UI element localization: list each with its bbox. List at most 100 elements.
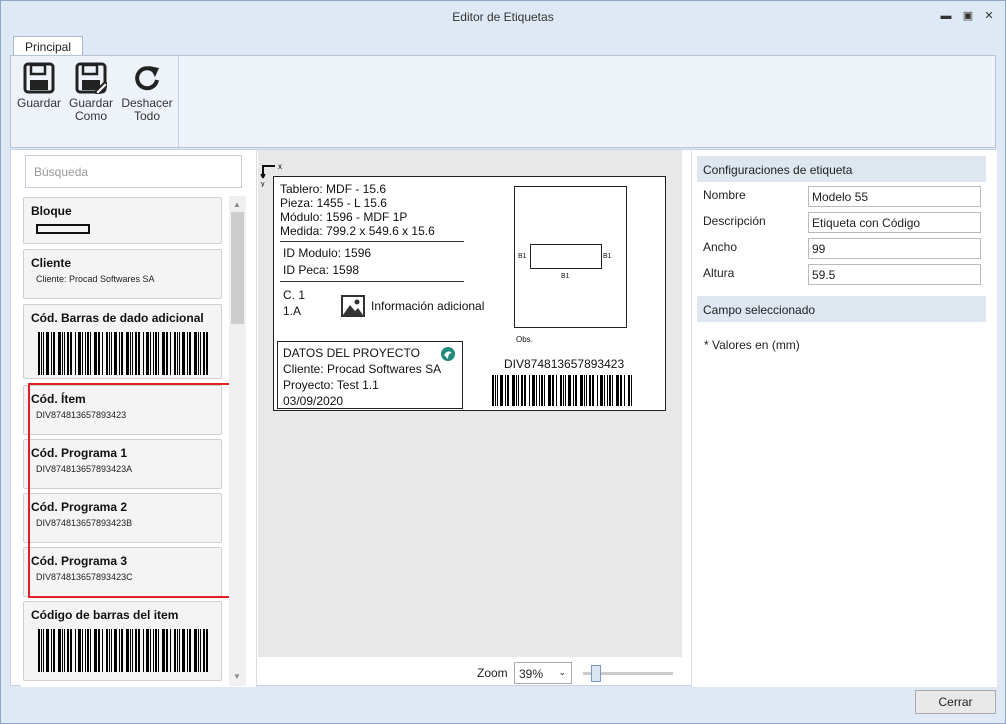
card-cod-barras-dado[interactable]: Cód. Barras de dado adicional — [23, 304, 222, 379]
tab-principal[interactable]: Principal — [13, 36, 83, 57]
barcode-bar — [78, 332, 81, 375]
barcode-bar — [592, 375, 594, 406]
barcode-bar — [177, 629, 178, 672]
obs-label: Obs. — [516, 335, 533, 344]
barcode-bar — [492, 375, 494, 406]
nombre-input[interactable]: Modelo 55 — [808, 186, 981, 207]
floppy-pencil-icon — [75, 62, 107, 94]
zoom-value: 39% — [519, 667, 544, 681]
barcode-bar — [126, 629, 129, 672]
barcode-bar — [135, 332, 137, 375]
barcode-bar — [600, 375, 603, 406]
descripcion-input[interactable]: Etiqueta con Código — [808, 212, 981, 233]
barcode-bar — [87, 629, 89, 672]
project-line: Proyecto: Test 1.1 — [283, 378, 379, 392]
card-codigo-barras-item[interactable]: Código de barras del item — [23, 601, 222, 681]
ancho-input[interactable]: 99 — [808, 238, 981, 259]
barcode-bar — [153, 629, 154, 672]
label-line: ID Modulo: 1596 — [283, 246, 372, 260]
barcode-bar — [620, 375, 622, 406]
undo-all-button-label: Deshacer Todo — [121, 96, 173, 123]
zoom-row: Zoom 39% ⌄ — [477, 660, 727, 684]
barcode-bar — [106, 629, 108, 672]
barcode-bar — [135, 629, 137, 672]
barcode-bar — [518, 375, 519, 406]
window-title: Editor de Etiquetas — [452, 10, 554, 24]
label-preview: Tablero: MDF - 15.6 Pieza: 1455 - L 15.6… — [273, 176, 666, 411]
barcode-bar — [70, 332, 72, 375]
barcode-bar — [138, 332, 140, 375]
selection-highlight — [28, 383, 232, 598]
barcode-bar — [628, 375, 630, 406]
label-canvas[interactable]: x y Tablero: MDF - 15.6 Pieza: 1455 - L … — [258, 150, 682, 657]
barcode-bar — [58, 332, 61, 375]
barcode-bar — [198, 332, 199, 375]
zoom-slider-thumb[interactable] — [591, 665, 601, 682]
field-altura: Altura 59.5 — [703, 264, 983, 286]
label-top-block: Tablero: MDF - 15.6 Pieza: 1455 - L 15.6… — [280, 182, 435, 238]
altura-input[interactable]: 59.5 — [808, 264, 981, 285]
barcode-bar — [119, 629, 120, 672]
project-line: 03/09/2020 — [283, 394, 344, 408]
barcode-bar — [94, 629, 97, 672]
field-label: Altura — [703, 266, 735, 280]
zoom-select[interactable]: 39% ⌄ — [514, 662, 572, 684]
barcode-bar — [616, 375, 619, 406]
barcode-bar — [162, 629, 165, 672]
project-text: DATOS DEL PROYECTO Cliente: Procad Softw… — [283, 345, 441, 409]
barcode-bar — [536, 375, 537, 406]
barcode-bar — [41, 629, 42, 672]
barcode-bar — [98, 332, 100, 375]
redo-icon — [135, 66, 159, 91]
close-button[interactable]: Cerrar — [915, 690, 996, 714]
zoom-label: Zoom — [477, 666, 508, 680]
properties-panel: Configuraciones de etiqueta Nombre Model… — [691, 150, 997, 687]
close-icon[interactable]: ✕ — [981, 9, 997, 23]
units-note: * Valores en (mm) — [704, 338, 800, 352]
save-button[interactable]: Guardar — [13, 62, 65, 110]
piece-drawing: B1 B1 B1 — [514, 186, 627, 328]
list-scrollbar[interactable]: ▲ ▼ — [229, 196, 246, 686]
field-descripcion: Descripción Etiqueta con Código — [703, 212, 983, 234]
field-list-panel: Búsqueda Bloque Cliente Cliente: Procad … — [21, 150, 257, 687]
barcode-bar — [114, 332, 117, 375]
barcode-bar — [85, 332, 86, 375]
barcode-bar — [609, 375, 611, 406]
label-mid-block: ID Modulo: 1596 ID Peca: 1598 — [283, 245, 371, 279]
barcode-bar — [38, 332, 40, 375]
undo-all-button[interactable]: Deshacer Todo — [121, 62, 173, 123]
barcode-bar — [568, 375, 571, 406]
barcode-bar — [612, 375, 613, 406]
edge-label: B1 — [561, 273, 570, 280]
scroll-up-icon[interactable]: ▲ — [233, 200, 241, 209]
search-input[interactable]: Búsqueda — [25, 155, 242, 188]
barcode-bar — [174, 332, 176, 375]
barcode-bar — [155, 629, 157, 672]
barcode-bar — [153, 332, 154, 375]
barcode-bar — [75, 332, 76, 375]
card-cliente[interactable]: Cliente Cliente: Procad Softwares SA — [23, 249, 222, 299]
barcode-bar — [179, 629, 180, 672]
barcode-bar — [166, 629, 168, 672]
save-as-button[interactable]: Guardar Como — [65, 62, 117, 123]
label-line: Módulo: 1596 - MDF 1P — [280, 210, 408, 224]
project-box: DATOS DEL PROYECTO Cliente: Procad Softw… — [277, 341, 463, 409]
scrollbar-thumb[interactable] — [231, 212, 244, 324]
field-label: Ancho — [703, 240, 738, 254]
barcode-bar — [548, 375, 551, 406]
barcode-bar — [174, 629, 176, 672]
edge-label: B1 — [603, 253, 612, 260]
barcode-bar — [507, 375, 509, 406]
minimize-icon[interactable]: ▬ — [938, 9, 954, 23]
field-label: Nombre — [703, 188, 746, 202]
barcode-bar — [194, 629, 197, 672]
field-ancho: Ancho 99 — [703, 238, 983, 260]
edge-label: B1 — [518, 253, 527, 260]
label-line: Tablero: MDF - 15.6 — [280, 182, 387, 196]
card-bloque[interactable]: Bloque — [23, 197, 222, 244]
scroll-down-icon[interactable]: ▼ — [233, 672, 241, 681]
project-title: DATOS DEL PROYECTO — [283, 346, 420, 360]
barcode-bar — [575, 375, 577, 406]
maximize-icon[interactable]: ▣ — [960, 9, 976, 23]
label-c1-block: C. 1 1.A — [283, 287, 305, 319]
